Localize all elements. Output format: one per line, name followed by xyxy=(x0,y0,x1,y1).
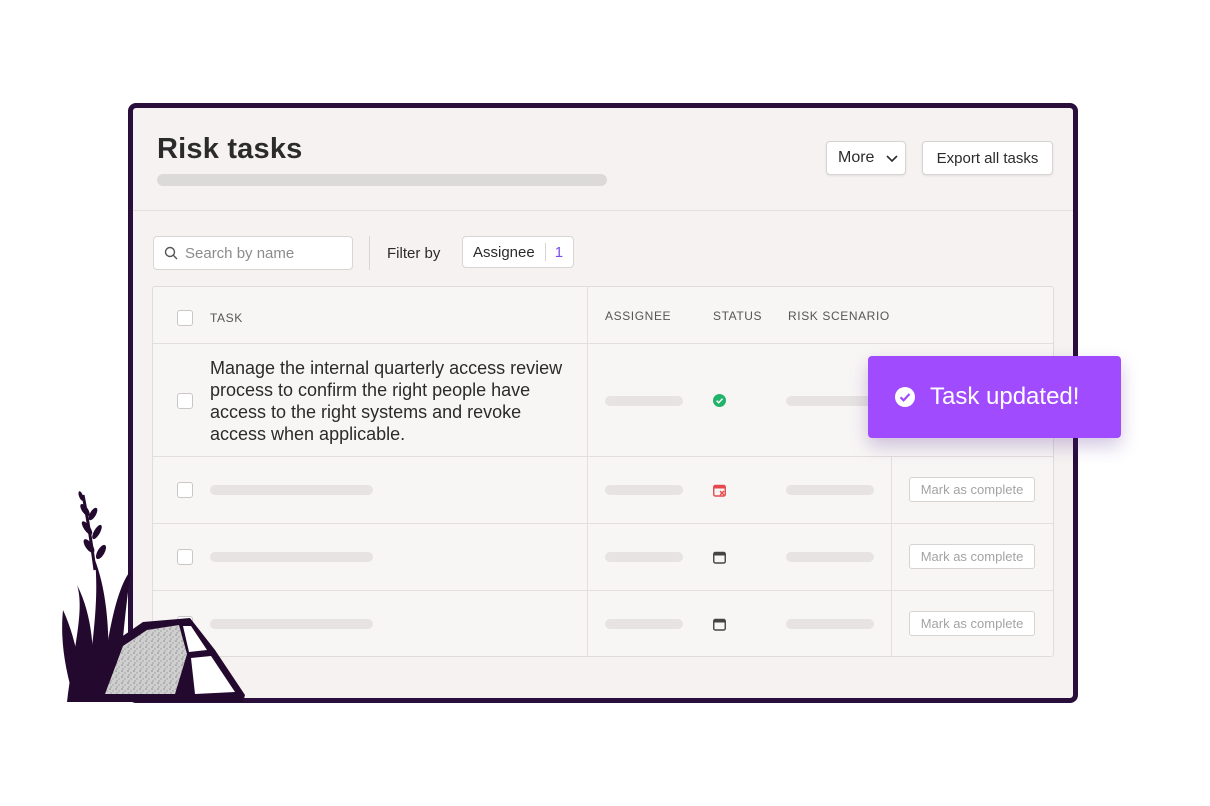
mark-as-complete-button[interactable]: Mark as complete xyxy=(909,544,1035,569)
chevron-down-icon xyxy=(886,155,898,163)
calendar-icon xyxy=(713,551,726,564)
column-divider xyxy=(587,287,588,656)
row-divider xyxy=(153,523,1053,524)
page-header: Risk tasks More Export all tasks xyxy=(133,108,1073,211)
mark-as-complete-button[interactable]: Mark as complete xyxy=(909,611,1035,636)
chip-separator xyxy=(544,243,546,261)
more-button[interactable]: More xyxy=(826,141,906,175)
column-header-risk-scenario: RISK SCENARIO xyxy=(788,309,890,323)
row-divider xyxy=(153,590,1053,591)
search-input[interactable]: Search by name xyxy=(153,236,353,270)
assignee-chip-count: 1 xyxy=(554,243,564,261)
header-divider xyxy=(153,343,1053,344)
check-circle-icon xyxy=(895,387,915,407)
toast-message: Task updated! xyxy=(930,383,1080,410)
task-updated-toast: Task updated! xyxy=(868,356,1121,438)
assignee-chip-label: Assignee xyxy=(473,243,535,261)
assignee-placeholder xyxy=(605,552,683,562)
page-title: Risk tasks xyxy=(157,133,303,165)
mark-as-complete-label: Mark as complete xyxy=(920,616,1024,631)
column-header-status: STATUS xyxy=(713,309,763,323)
row-checkbox[interactable] xyxy=(177,393,193,409)
risk-scenario-placeholder xyxy=(786,552,874,562)
filter-by-label: Filter by xyxy=(387,245,441,262)
more-button-label: More xyxy=(838,149,875,166)
export-button-label: Export all tasks xyxy=(936,149,1039,167)
mark-as-complete-label: Mark as complete xyxy=(920,549,1024,564)
risk-scenario-placeholder xyxy=(786,619,874,629)
assignee-placeholder xyxy=(605,396,683,406)
subtitle-placeholder xyxy=(157,174,607,186)
risk-scenario-placeholder xyxy=(786,485,874,495)
assignee-placeholder xyxy=(605,485,683,495)
calendar-overdue-icon xyxy=(713,484,726,497)
mark-as-complete-label: Mark as complete xyxy=(920,482,1024,497)
export-all-tasks-button[interactable]: Export all tasks xyxy=(922,141,1053,175)
tasks-table: TASK ASSIGNEE STATUS RISK SCENARIO Manag… xyxy=(152,286,1054,657)
search-icon xyxy=(164,246,178,260)
mark-as-complete-button[interactable]: Mark as complete xyxy=(909,477,1035,502)
risk-scenario-placeholder xyxy=(786,396,874,406)
assignee-placeholder xyxy=(605,619,683,629)
column-divider xyxy=(891,457,892,656)
row-divider xyxy=(153,456,1053,457)
check-circle-icon xyxy=(713,394,726,407)
task-description: Manage the internal quarterly access rev… xyxy=(210,358,563,444)
search-placeholder: Search by name xyxy=(185,244,295,262)
toolbar-divider xyxy=(369,236,370,270)
calendar-icon xyxy=(713,618,726,631)
column-header-task: TASK xyxy=(210,311,243,325)
plant-rock-illustration xyxy=(62,491,245,702)
assignee-filter-chip[interactable]: Assignee 1 xyxy=(462,236,574,268)
column-header-assignee: ASSIGNEE xyxy=(605,309,672,323)
select-all-checkbox[interactable] xyxy=(177,310,193,326)
